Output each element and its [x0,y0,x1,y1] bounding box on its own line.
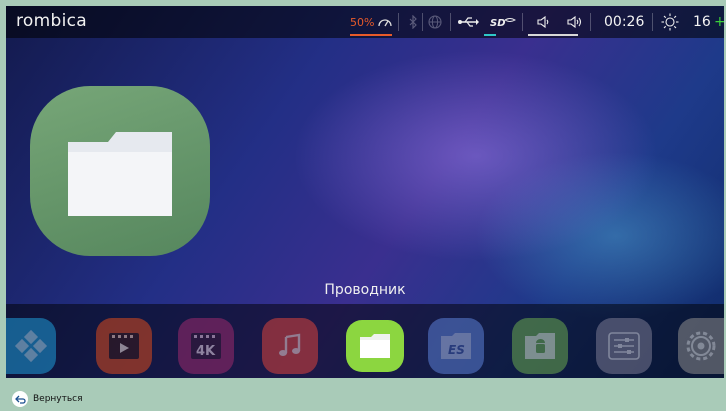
svg-text:SD: SD [490,18,506,28]
es-file-explorer-app-icon[interactable]: ES [428,318,484,374]
globe-icon [428,12,442,32]
file-explorer-app-icon[interactable] [346,320,404,372]
divider [522,13,523,31]
footer-bar [6,378,724,404]
focused-app-label: Проводник [324,282,406,298]
clock: 00:26 [604,14,645,30]
brightness-icon [661,12,679,32]
video-player-app-icon[interactable] [96,318,152,374]
divider [422,13,423,31]
divider [590,13,591,31]
tv-launcher-screen: rombica 50% SD 00:26 16 + Проводник 4K E… [6,6,724,404]
speedometer-icon [378,19,393,27]
volume-up-icon[interactable] [566,12,584,32]
usb-icon [458,12,480,32]
bluetooth-icon [408,12,418,32]
back-label: Вернуться [33,394,83,404]
volume-down-icon[interactable] [536,12,550,32]
back-button[interactable]: Вернуться [12,391,83,407]
4k-player-app-icon[interactable]: 4K [178,318,234,374]
divider [398,13,399,31]
brand-logo: rombica [16,11,87,31]
settings-list-app-icon[interactable] [596,318,652,374]
app-dock: 4K ES [6,304,724,384]
divider [652,13,653,31]
folder-icon [68,132,172,216]
divider [450,13,451,31]
music-app-icon[interactable] [262,318,318,374]
svg-text:4K: 4K [196,344,216,359]
cpu-load-value: 50% [350,15,375,29]
sd-card-icon: SD [490,12,516,32]
cpu-load: 50% [350,12,393,32]
back-icon [12,391,28,407]
status-bar: rombica 50% SD 00:26 16 + [6,6,724,38]
kodi-app-icon[interactable] [6,318,56,374]
cpu-load-bar [350,34,392,36]
android-folder-app-icon[interactable] [512,318,568,374]
temperature: 16 [693,14,711,30]
gear-settings-app-icon[interactable] [678,318,724,374]
volume-level-bar [528,34,578,36]
temperature-plus: + [714,14,724,30]
svg-text:ES: ES [448,343,465,357]
usb-indicator-bar [484,34,496,36]
